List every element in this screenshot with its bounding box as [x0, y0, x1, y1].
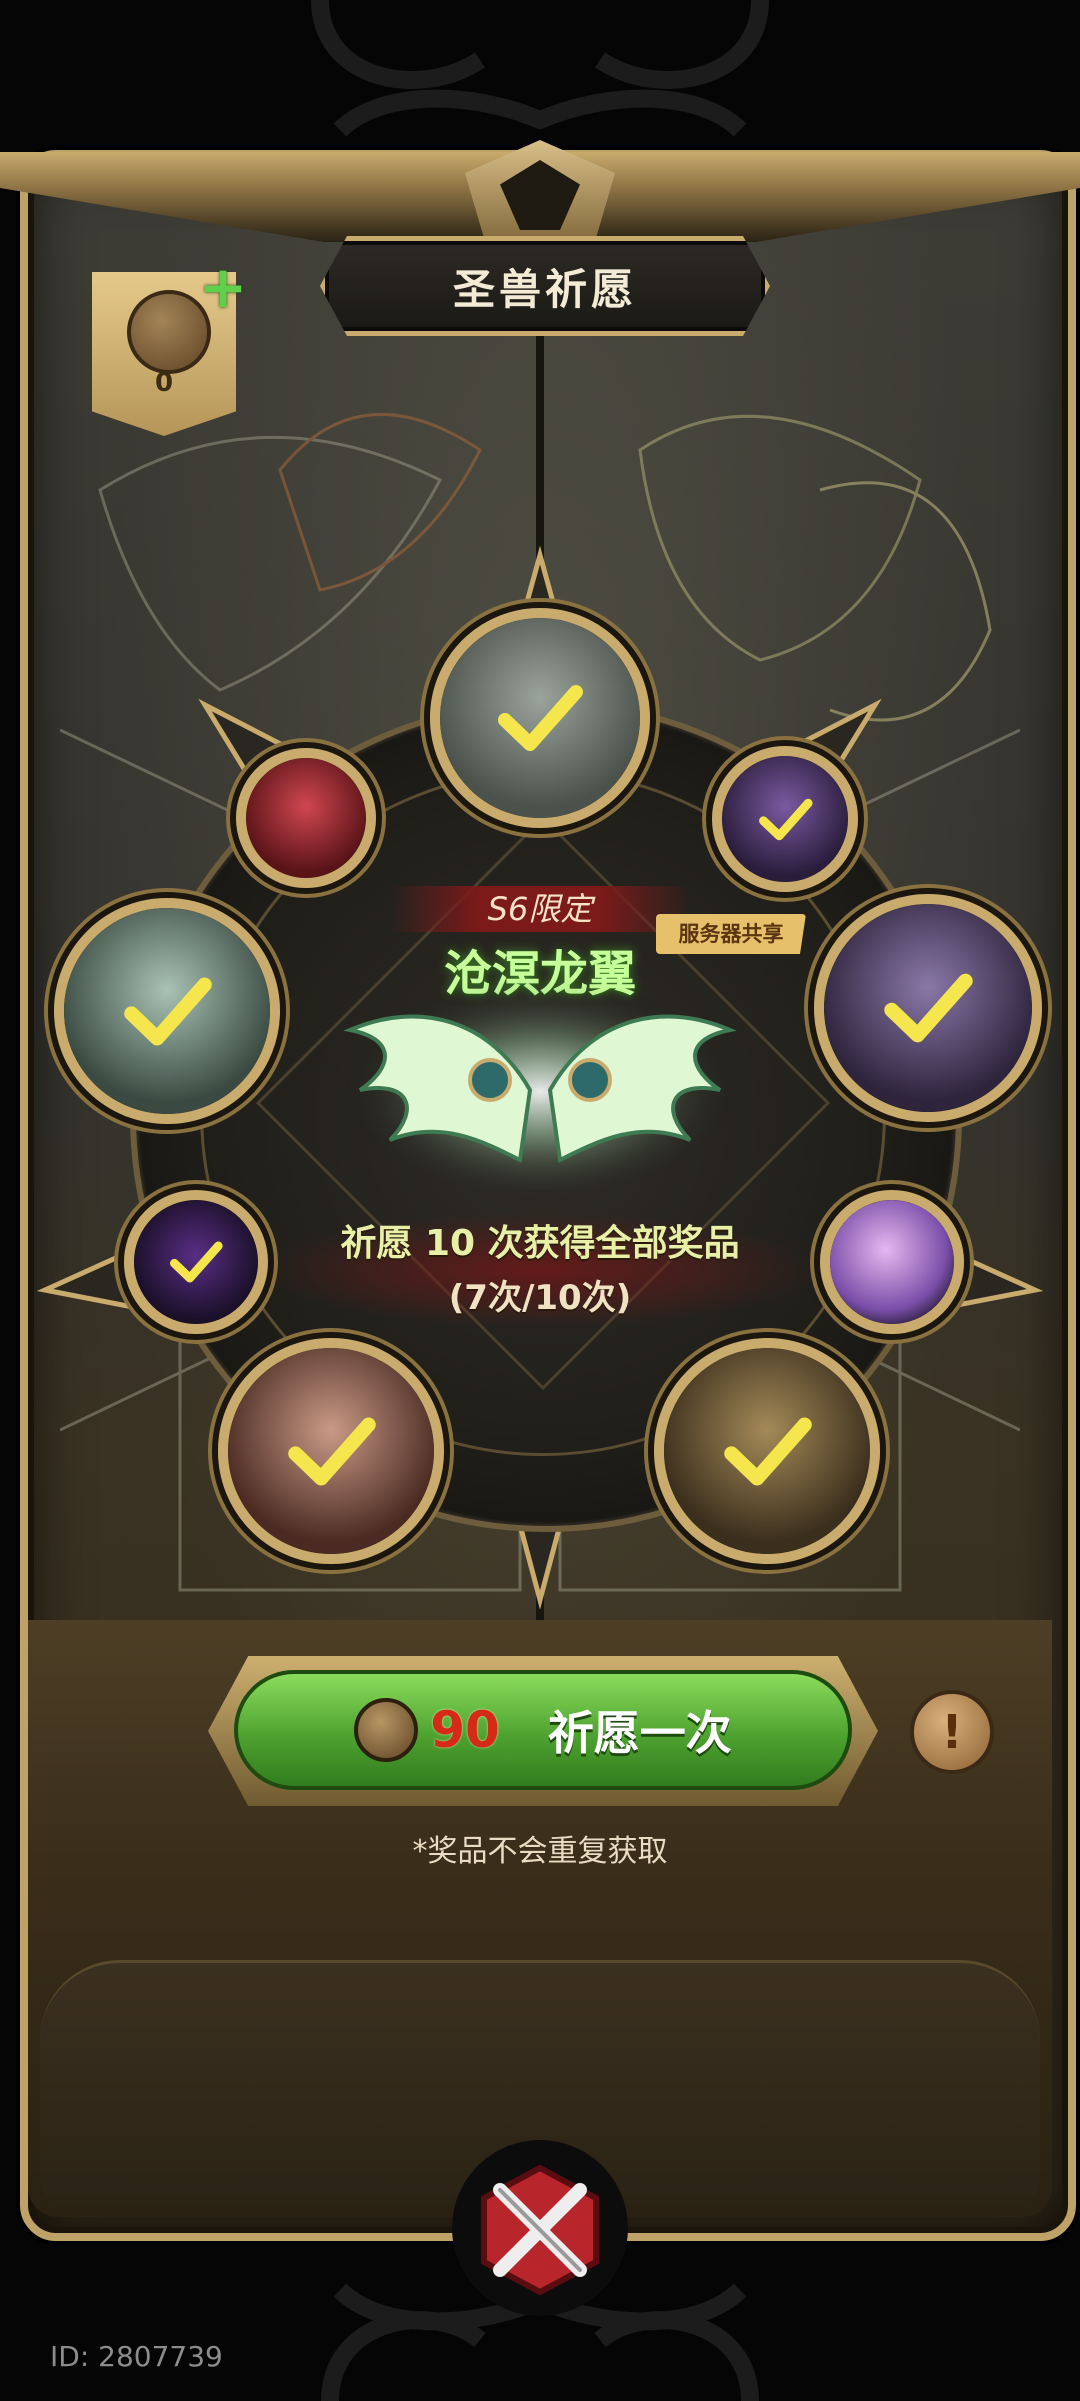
server-shared-badge: 服务器共享 [656, 914, 806, 954]
wish-button-label: 祈愿一次 [547, 1706, 732, 1760]
wish-cost: 90 [430, 1701, 500, 1759]
prize-slot[interactable] [712, 746, 858, 892]
prize-slot[interactable] [654, 1338, 880, 1564]
prize-slot[interactable] [430, 608, 650, 828]
prayer-coin-icon [354, 1698, 419, 1762]
checkmark-icon [754, 788, 817, 851]
close-icon[interactable] [470, 2160, 610, 2300]
checkmark-icon [116, 960, 219, 1063]
prize-slot[interactable] [814, 894, 1042, 1122]
checkmark-icon [490, 668, 590, 768]
progress-text: 祈愿 10 次获得全部奖品 [340, 1223, 740, 1264]
checkmark-icon [716, 1400, 819, 1503]
prize-slot[interactable] [124, 1190, 268, 1334]
prize-note: *奖品不会重复获取 [412, 1834, 668, 1869]
prize-portrait [246, 758, 366, 878]
checkmark-icon [165, 1231, 227, 1293]
wish-once-button[interactable]: 90 祈愿一次 [234, 1670, 852, 1790]
prize-slot[interactable] [218, 1338, 444, 1564]
progress-count: (7次/10次) [448, 1278, 632, 1318]
player-id: ID: 2807739 [50, 2340, 223, 2373]
prize-portrait [830, 1200, 954, 1324]
dragon-wings-icon[interactable] [330, 960, 750, 1190]
prize-slot[interactable] [820, 1190, 964, 1334]
checkmark-icon [280, 1400, 383, 1503]
checkmark-icon [876, 956, 980, 1060]
info-icon[interactable]: ! [910, 1690, 994, 1774]
prize-slot[interactable] [54, 898, 280, 1124]
limited-tag: S6限定 [390, 886, 690, 932]
prize-slot[interactable] [236, 748, 376, 888]
